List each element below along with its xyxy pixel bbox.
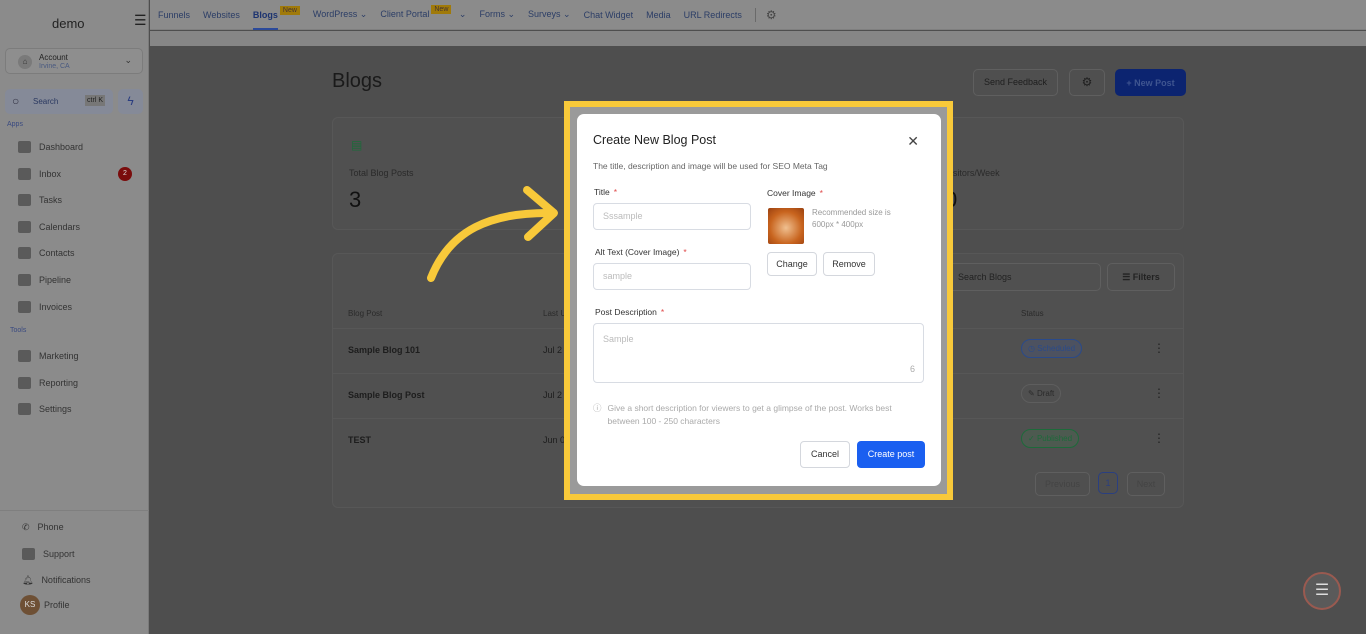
create-post-button[interactable]: Create post bbox=[857, 441, 925, 468]
create-blog-post-modal: Create New Blog Post ✕ The title, descri… bbox=[577, 114, 941, 486]
hint-text: Give a short description for viewers to … bbox=[607, 403, 892, 426]
cancel-button[interactable]: Cancel bbox=[800, 441, 850, 468]
info-icon: ⓘ bbox=[593, 403, 602, 413]
label: Title bbox=[594, 187, 610, 197]
label: Alt Text (Cover Image) bbox=[595, 247, 680, 257]
required-mark: * bbox=[683, 247, 687, 257]
alt-text-label: Alt Text (Cover Image) * bbox=[595, 247, 687, 257]
required-mark: * bbox=[660, 307, 665, 317]
required-mark: * bbox=[613, 187, 618, 197]
title-label: Title * bbox=[594, 187, 617, 197]
chat-support-icon[interactable]: ☰ bbox=[1303, 572, 1341, 610]
close-icon[interactable]: ✕ bbox=[907, 133, 919, 150]
cover-image-thumbnail bbox=[768, 208, 804, 244]
arrow-curve bbox=[427, 208, 556, 282]
modal-subtitle: The title, description and image will be… bbox=[593, 161, 828, 171]
recommended-size-text: Recommended size is 600px * 400px bbox=[812, 208, 891, 229]
label: Post Description bbox=[595, 307, 657, 317]
character-count: 6 bbox=[909, 364, 915, 374]
cover-image-label: Cover Image * bbox=[767, 188, 823, 198]
label: Cover Image bbox=[767, 188, 816, 198]
change-image-button[interactable]: Change bbox=[767, 252, 817, 276]
modal-title: Create New Blog Post bbox=[593, 133, 716, 147]
description-value: Sample bbox=[603, 334, 634, 344]
alt-text-input[interactable]: sample bbox=[593, 263, 751, 290]
post-description-textarea[interactable]: Sample 6 bbox=[593, 323, 924, 383]
description-hint: ⓘ Give a short description for viewers to… bbox=[593, 402, 913, 428]
post-description-label: Post Description * bbox=[595, 307, 664, 317]
title-input[interactable]: Sssample bbox=[593, 203, 751, 230]
remove-image-button[interactable]: Remove bbox=[823, 252, 875, 276]
required-mark: * bbox=[819, 188, 823, 198]
